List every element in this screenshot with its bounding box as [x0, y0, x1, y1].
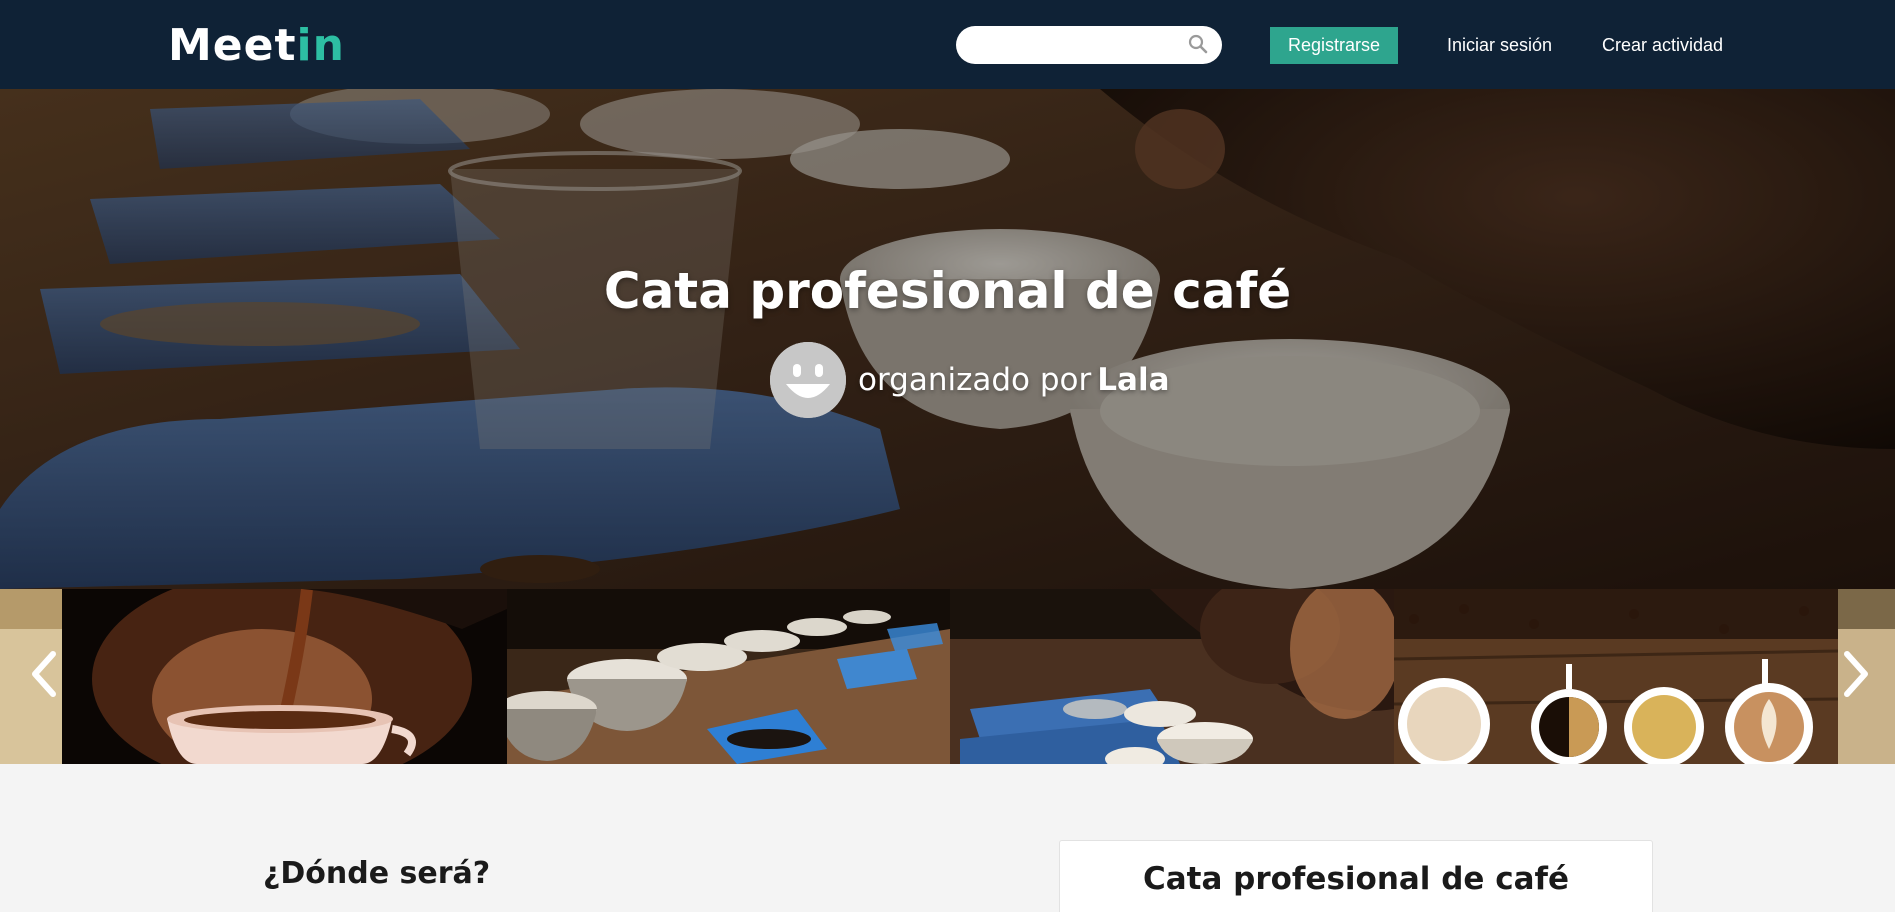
carousel-prev-arrow-icon[interactable] — [25, 644, 65, 704]
event-details-section: ¿Dónde será? Cata profesional de café — [0, 764, 1895, 912]
carousel-slide-cupping-bowls[interactable] — [507, 589, 950, 764]
hero-background-image — [0, 89, 1895, 589]
carousel-slide-coffee-tasting[interactable] — [950, 589, 1394, 764]
location-heading: ¿Dónde será? — [263, 856, 491, 891]
hero-banner: Cata profesional de café organizado por L… — [0, 89, 1895, 589]
organizer-info: organizado por Lala — [770, 342, 1169, 418]
carousel-slide-coffee-pouring[interactable] — [62, 589, 507, 764]
organized-by-label: organizado por — [858, 362, 1092, 398]
smiley-avatar-icon[interactable] — [770, 342, 846, 418]
register-button[interactable]: Registrarse — [1270, 27, 1398, 64]
event-card-title: Cata profesional de café — [1142, 861, 1570, 897]
event-summary-card: Cata profesional de café — [1059, 840, 1653, 912]
image-carousel — [0, 589, 1895, 764]
carousel-next-arrow-icon[interactable] — [1835, 644, 1875, 704]
organizer-name-link[interactable]: Lala — [1097, 362, 1169, 398]
top-navbar: Meetin Registrarse Iniciar sesión Crear … — [0, 0, 1895, 89]
event-title: Cata profesional de café — [603, 262, 1292, 320]
carousel-slide-coffee-cups[interactable] — [1394, 589, 1838, 764]
page: Meetin Registrarse Iniciar sesión Crear … — [0, 0, 1895, 912]
create-activity-link[interactable]: Crear actividad — [1602, 27, 1723, 64]
meetin-logo[interactable]: Meetin — [168, 20, 345, 72]
login-link[interactable]: Iniciar sesión — [1447, 27, 1552, 64]
search-icon[interactable] — [1188, 34, 1208, 54]
search-box — [956, 26, 1222, 64]
search-input[interactable] — [972, 32, 1176, 60]
